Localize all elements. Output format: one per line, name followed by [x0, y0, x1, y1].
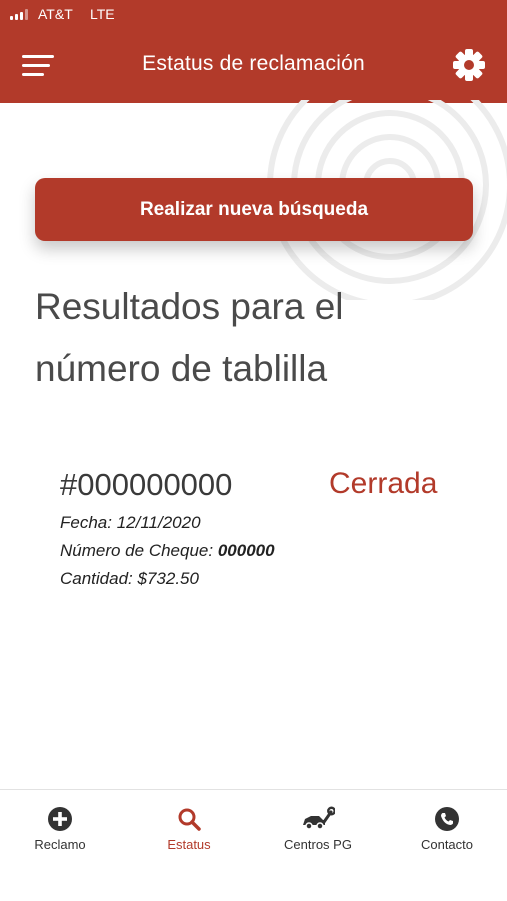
tab-label: Reclamo	[34, 837, 86, 852]
hamburger-menu-icon[interactable]	[22, 54, 54, 78]
search-icon	[178, 808, 201, 831]
amount-label: Cantidad:	[60, 569, 133, 588]
tab-reclamo[interactable]: Reclamo	[10, 790, 110, 880]
results-heading: Resultados para el número de tablilla	[35, 286, 344, 389]
carrier-label: AT&T	[38, 6, 73, 22]
car-wrench-icon	[303, 806, 335, 830]
amount-row: Cantidad: $732.50	[60, 569, 199, 589]
status-bar: AT&T LTE	[0, 0, 507, 30]
new-search-button[interactable]: Realizar nueva búsqueda	[35, 178, 473, 241]
check-value: 000000	[217, 541, 275, 560]
signal-icon	[10, 9, 28, 20]
tab-label: Estatus	[167, 837, 211, 852]
bottom-tab-bar: Reclamo Estatus Centros PG Contacto	[0, 789, 507, 901]
date-value: 12/11/2020	[116, 513, 201, 532]
app-header: Estatus de reclamación	[0, 30, 507, 103]
tab-estatus[interactable]: Estatus	[139, 790, 239, 880]
status-badge: Cerrada	[329, 467, 438, 500]
phone-icon	[435, 807, 459, 831]
page-title: Estatus de reclamación	[142, 52, 365, 75]
check-row: Número de Cheque: 000000	[60, 541, 275, 561]
gear-icon[interactable]	[452, 48, 486, 82]
date-row: Fecha: 12/11/2020	[60, 513, 201, 533]
check-label: Número de Cheque:	[60, 541, 214, 560]
plate-number: #000000000	[60, 467, 233, 502]
tab-label: Centros PG	[284, 837, 352, 852]
plus-circle-icon	[48, 807, 72, 831]
amount-value: $732.50	[137, 569, 199, 588]
network-label: LTE	[90, 6, 115, 22]
tab-contacto[interactable]: Contacto	[397, 790, 497, 880]
date-label: Fecha:	[60, 513, 112, 532]
tab-label: Contacto	[420, 837, 474, 852]
tab-centros-pg[interactable]: Centros PG	[268, 790, 368, 880]
